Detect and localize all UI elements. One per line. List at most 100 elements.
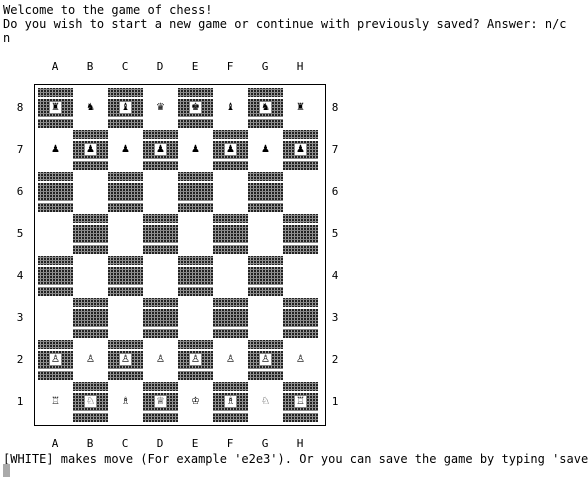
square-f4[interactable] (213, 256, 248, 296)
square-f7[interactable]: ♟ (213, 130, 248, 170)
square-e8[interactable]: ♚ (178, 88, 213, 128)
square-a4[interactable] (38, 256, 73, 296)
rank-label-7: 7 (331, 143, 339, 156)
square-h6[interactable] (283, 172, 318, 212)
square-g6[interactable] (248, 172, 283, 212)
square-d7[interactable]: ♟ (143, 130, 178, 170)
rank-label-5: 5 (16, 227, 24, 240)
square-b1[interactable]: ♘ (73, 382, 108, 422)
square-b5[interactable] (73, 214, 108, 254)
square-h8[interactable]: ♜ (283, 88, 318, 128)
square-f8[interactable]: ♝ (213, 88, 248, 128)
piece-b2: ♙ (86, 354, 95, 365)
square-a6[interactable] (38, 172, 73, 212)
file-label-g: G (261, 437, 269, 450)
rank-label-5: 5 (331, 227, 339, 240)
square-f2[interactable]: ♙ (213, 340, 248, 380)
square-e2[interactable]: ♙ (178, 340, 213, 380)
square-c3[interactable] (108, 298, 143, 338)
square-d8[interactable]: ♛ (143, 88, 178, 128)
file-label-c: C (121, 437, 129, 450)
square-c2[interactable]: ♙ (108, 340, 143, 380)
square-a2[interactable]: ♙ (38, 340, 73, 380)
piece-g1: ♘ (261, 396, 270, 407)
square-h2[interactable]: ♙ (283, 340, 318, 380)
piece-h7: ♟ (295, 144, 306, 155)
piece-g8: ♞ (260, 102, 271, 113)
square-d3[interactable] (143, 298, 178, 338)
piece-e7: ♟ (191, 144, 200, 155)
square-g3[interactable] (248, 298, 283, 338)
square-e1[interactable]: ♔ (178, 382, 213, 422)
piece-a7: ♟ (51, 144, 60, 155)
piece-b1: ♘ (85, 396, 96, 407)
new-or-continue-question: Do you wish to start a new game or conti… (3, 17, 567, 31)
square-a7[interactable]: ♟ (38, 130, 73, 170)
square-a8[interactable]: ♜ (38, 88, 73, 128)
piece-c2: ♙ (120, 354, 131, 365)
file-label-a: A (51, 60, 59, 73)
piece-a2: ♙ (50, 354, 61, 365)
piece-g2: ♙ (260, 354, 271, 365)
square-d6[interactable] (143, 172, 178, 212)
square-g4[interactable] (248, 256, 283, 296)
rank-label-1: 1 (331, 395, 339, 408)
square-g1[interactable]: ♘ (248, 382, 283, 422)
rank-label-8: 8 (331, 101, 339, 114)
square-e3[interactable] (178, 298, 213, 338)
square-b3[interactable] (73, 298, 108, 338)
square-c4[interactable] (108, 256, 143, 296)
square-f1[interactable]: ♗ (213, 382, 248, 422)
square-b7[interactable]: ♟ (73, 130, 108, 170)
square-h5[interactable] (283, 214, 318, 254)
square-e7[interactable]: ♟ (178, 130, 213, 170)
rank-label-8: 8 (16, 101, 24, 114)
square-d5[interactable] (143, 214, 178, 254)
square-g2[interactable]: ♙ (248, 340, 283, 380)
square-e4[interactable] (178, 256, 213, 296)
piece-f8: ♝ (226, 102, 235, 113)
square-c8[interactable]: ♝ (108, 88, 143, 128)
square-d4[interactable] (143, 256, 178, 296)
square-h4[interactable] (283, 256, 318, 296)
square-h7[interactable]: ♟ (283, 130, 318, 170)
board-bottom-border (34, 425, 326, 426)
square-a5[interactable] (38, 214, 73, 254)
square-f5[interactable] (213, 214, 248, 254)
file-label-a: A (51, 437, 59, 450)
square-a3[interactable] (38, 298, 73, 338)
piece-b7: ♟ (85, 144, 96, 155)
square-b8[interactable]: ♞ (73, 88, 108, 128)
square-e5[interactable] (178, 214, 213, 254)
square-c1[interactable]: ♗ (108, 382, 143, 422)
square-b2[interactable]: ♙ (73, 340, 108, 380)
piece-e1: ♔ (191, 396, 200, 407)
rank-label-1: 1 (16, 395, 24, 408)
square-a1[interactable]: ♖ (38, 382, 73, 422)
square-c6[interactable] (108, 172, 143, 212)
square-g7[interactable]: ♟ (248, 130, 283, 170)
square-f3[interactable] (213, 298, 248, 338)
rank-label-2: 2 (16, 353, 24, 366)
square-c7[interactable]: ♟ (108, 130, 143, 170)
square-g8[interactable]: ♞ (248, 88, 283, 128)
square-c5[interactable] (108, 214, 143, 254)
user-answer-line: n (3, 31, 11, 45)
terminal-cursor[interactable] (3, 464, 10, 477)
square-d2[interactable]: ♙ (143, 340, 178, 380)
square-b6[interactable] (73, 172, 108, 212)
file-label-g: G (261, 60, 269, 73)
square-h1[interactable]: ♖ (283, 382, 318, 422)
square-g5[interactable] (248, 214, 283, 254)
square-e6[interactable] (178, 172, 213, 212)
file-label-d: D (156, 437, 164, 450)
file-label-d: D (156, 60, 164, 73)
piece-h8: ♜ (296, 102, 305, 113)
square-d1[interactable]: ♕ (143, 382, 178, 422)
rank-label-7: 7 (16, 143, 24, 156)
piece-d7: ♟ (155, 144, 166, 155)
file-label-f: F (226, 437, 234, 450)
square-h3[interactable] (283, 298, 318, 338)
square-f6[interactable] (213, 172, 248, 212)
square-b4[interactable] (73, 256, 108, 296)
